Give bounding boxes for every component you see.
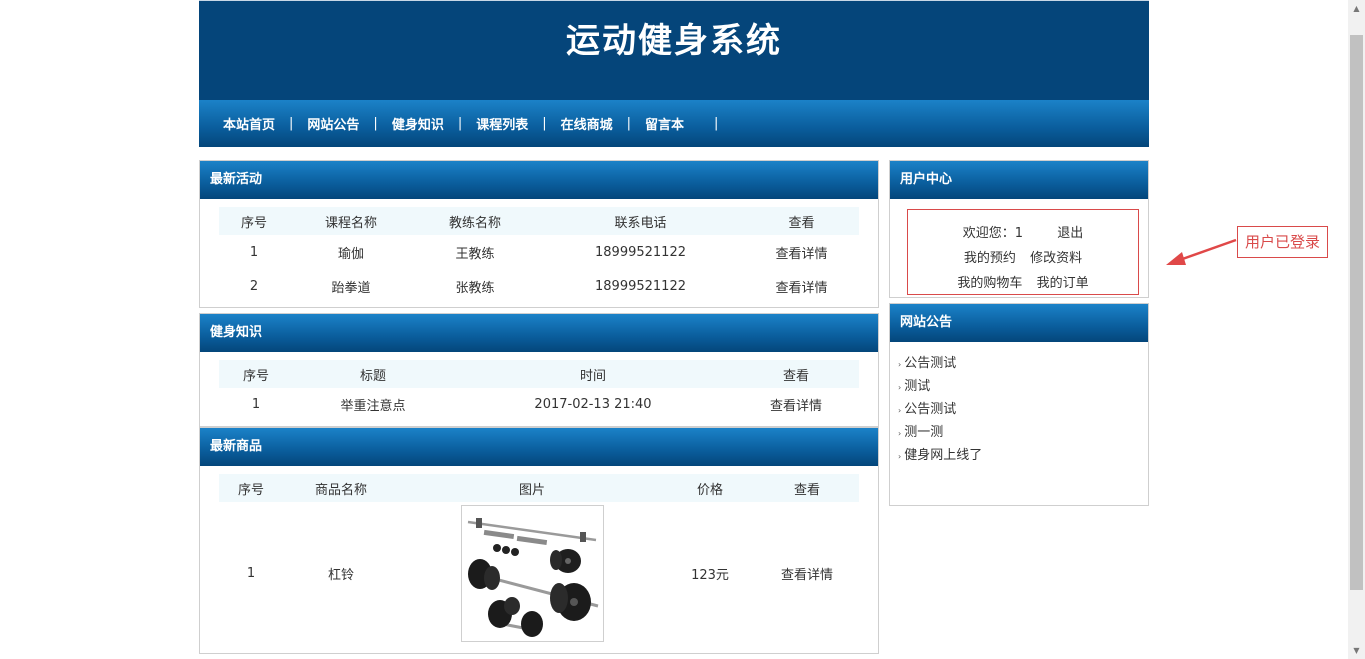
barbell-dumbbell-icon <box>467 517 598 637</box>
page-wrapper: 运动健身系统 本站首页 | 网站公告 | 健身知识 | 课程列表 | 在线商城 | 留言本… <box>199 0 1149 147</box>
nav-separator: | <box>714 116 719 131</box>
site-banner: 运动健身系统 <box>199 0 1149 100</box>
notice-link[interactable]: 公告测试 <box>904 356 956 371</box>
bullet-arrow-icon: › <box>898 406 902 415</box>
list-item[interactable]: › 测试 <box>898 375 1148 398</box>
view-details-link[interactable]: 查看详情 <box>775 281 827 296</box>
knowledge-title: 健身知识 <box>200 314 878 352</box>
row-no: 2 <box>249 278 259 294</box>
notices-panel: 网站公告 › 公告测试 › 测试 › 公告测试 › 测一测 › 健身网上线了 <box>889 303 1149 506</box>
nav-shop[interactable]: 在线商城 <box>547 114 627 133</box>
products-title: 最新商品 <box>200 428 878 466</box>
nav-guestbook[interactable]: 留言本 <box>631 114 714 133</box>
activities-panel: 最新活动 序号 课程名称 教练名称 联系电话 查看 1 瑜伽 王教练 18999… <box>199 160 879 308</box>
user-info-box: 欢迎您：1 退出 我的预约 修改资料 我的购物车 我的订单 <box>907 209 1139 295</box>
user-center-title: 用户中心 <box>890 161 1148 199</box>
row-time: 2017-02-13 21:40 <box>534 396 652 412</box>
col-header: 课程名称 <box>289 207 413 235</box>
site-title: 运动健身系统 <box>566 21 782 61</box>
row-phone: 18999521122 <box>595 278 686 294</box>
notice-link[interactable]: 健身网上线了 <box>904 448 982 463</box>
col-header: 序号 <box>219 360 293 388</box>
bullet-arrow-icon: › <box>898 429 902 438</box>
knowledge-table: 序号 标题 时间 查看 1 举重注意点 2017-02-13 21:40 查看详… <box>219 360 859 420</box>
col-header: 教练名称 <box>413 207 537 235</box>
col-header: 标题 <box>293 360 453 388</box>
notice-link[interactable]: 测试 <box>904 379 930 394</box>
list-item[interactable]: › 测一测 <box>898 421 1148 444</box>
knowledge-panel: 健身知识 序号 标题 时间 查看 1 举重注意点 2017-02-13 21:4… <box>199 313 879 427</box>
col-header: 价格 <box>665 474 755 502</box>
activities-title: 最新活动 <box>200 161 878 199</box>
col-header: 图片 <box>399 474 665 502</box>
col-header: 查看 <box>755 474 859 502</box>
bullet-arrow-icon: › <box>898 452 902 461</box>
scroll-up-icon[interactable]: ▲ <box>1348 0 1365 17</box>
table-row: 1 举重注意点 2017-02-13 21:40 查看详情 <box>219 388 859 420</box>
row-coach: 王教练 <box>455 246 495 262</box>
notice-link[interactable]: 公告测试 <box>904 402 956 417</box>
my-orders-link[interactable]: 我的订单 <box>1037 276 1089 291</box>
product-image[interactable] <box>460 504 604 642</box>
edit-profile-link[interactable]: 修改资料 <box>1030 251 1082 266</box>
vertical-scrollbar[interactable]: ▲ ▼ <box>1348 0 1365 659</box>
list-item[interactable]: › 健身网上线了 <box>898 444 1148 467</box>
view-details-link[interactable]: 查看详情 <box>770 399 822 414</box>
user-center-panel: 用户中心 欢迎您：1 退出 我的预约 修改资料 我的购物车 我的订单 <box>889 160 1149 298</box>
annotation-callout: 用户已登录 <box>1237 226 1328 258</box>
notices-title: 网站公告 <box>890 304 1148 342</box>
view-details-link[interactable]: 查看详情 <box>775 247 827 262</box>
welcome-text: 欢迎您：1 <box>962 226 1023 241</box>
table-header-row: 序号 标题 时间 查看 <box>219 360 859 388</box>
row-phone: 18999521122 <box>595 244 686 260</box>
row-course: 瑜伽 <box>337 246 364 262</box>
table-header-row: 序号 商品名称 图片 价格 查看 <box>219 474 859 502</box>
scroll-down-icon[interactable]: ▼ <box>1348 642 1365 659</box>
bullet-arrow-icon: › <box>898 360 902 369</box>
row-price: 123元 <box>691 567 729 583</box>
logout-link[interactable]: 退出 <box>1057 226 1083 241</box>
my-cart-link[interactable]: 我的购物车 <box>957 276 1022 291</box>
activities-table: 序号 课程名称 教练名称 联系电话 查看 1 瑜伽 王教练 1899952112… <box>219 207 859 303</box>
article-title-link[interactable]: 举重注意点 <box>340 399 405 414</box>
row-no: 1 <box>246 565 256 581</box>
col-header: 时间 <box>453 360 733 388</box>
table-header-row: 序号 课程名称 教练名称 联系电话 查看 <box>219 207 859 235</box>
table-row: 2 跆拳道 张教练 18999521122 查看详情 <box>219 269 859 303</box>
col-header: 序号 <box>219 207 289 235</box>
annotation-arrow-icon <box>1166 238 1237 265</box>
col-header: 商品名称 <box>283 474 399 502</box>
row-coach: 张教练 <box>455 280 495 296</box>
products-panel: 最新商品 序号 商品名称 图片 价格 查看 1 杠铃 123元 查看详情 <box>199 427 879 654</box>
table-row: 1 杠铃 123元 查看详情 <box>219 502 859 644</box>
row-no: 1 <box>251 396 261 412</box>
table-row: 1 瑜伽 王教练 18999521122 查看详情 <box>219 235 859 269</box>
main-nav: 本站首页 | 网站公告 | 健身知识 | 课程列表 | 在线商城 | 留言本 | <box>199 100 1149 147</box>
row-course: 跆拳道 <box>331 280 371 296</box>
my-booking-link[interactable]: 我的预约 <box>964 251 1016 266</box>
nav-knowledge[interactable]: 健身知识 <box>378 114 458 133</box>
notice-list: › 公告测试 › 测试 › 公告测试 › 测一测 › 健身网上线了 <box>890 352 1148 467</box>
nav-home[interactable]: 本站首页 <box>209 114 289 133</box>
nav-courses[interactable]: 课程列表 <box>462 114 542 133</box>
row-product-name: 杠铃 <box>327 567 354 583</box>
bullet-arrow-icon: › <box>898 383 902 392</box>
list-item[interactable]: › 公告测试 <box>898 398 1148 421</box>
col-header: 序号 <box>219 474 283 502</box>
col-header: 查看 <box>733 360 859 388</box>
products-table: 序号 商品名称 图片 价格 查看 1 杠铃 123元 查看详情 <box>219 474 859 644</box>
row-no: 1 <box>249 244 259 260</box>
col-header: 联系电话 <box>537 207 744 235</box>
view-details-link[interactable]: 查看详情 <box>781 568 833 583</box>
scroll-thumb[interactable] <box>1350 35 1363 590</box>
notice-link[interactable]: 测一测 <box>904 425 943 440</box>
col-header: 查看 <box>744 207 859 235</box>
nav-notices[interactable]: 网站公告 <box>293 114 373 133</box>
list-item[interactable]: › 公告测试 <box>898 352 1148 375</box>
